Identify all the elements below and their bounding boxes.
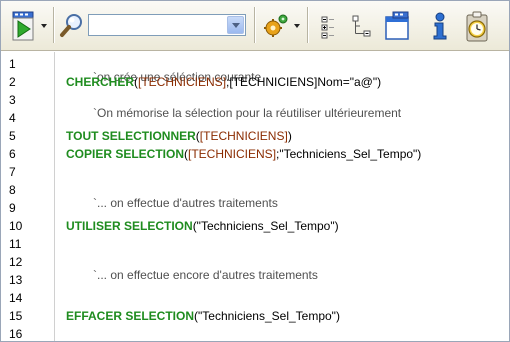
- code-line-6[interactable]: COPIER SELECTION([TECHNICIENS];"Technici…: [66, 148, 421, 161]
- comment: `On mémorise la sélection pour la réutil…: [93, 106, 402, 120]
- toolbar: [1, 1, 509, 51]
- code-navigation-button[interactable]: [260, 8, 290, 42]
- code-navigation-dropdown[interactable]: [291, 8, 301, 42]
- table-reference: [TECHNICIENS]: [199, 129, 288, 143]
- comment: `... on effectue d'autres traitements: [93, 196, 278, 210]
- code-line-8[interactable]: `... on effectue d'autres traitements: [73, 184, 278, 210]
- method-editor-window: 1 2 3 4 5 6 7 8 9 10 11 12 13 14 15 16 `…: [0, 0, 510, 342]
- code-line-10[interactable]: UTILISER SELECTION("Techniciens_Sel_Temp…: [66, 220, 339, 233]
- run-button[interactable]: [9, 8, 37, 42]
- line-number: 16: [9, 327, 23, 341]
- search-icon: [60, 14, 82, 37]
- line-number: 14: [9, 291, 23, 305]
- line-number: 10: [9, 219, 23, 233]
- punctuation: ): [287, 129, 292, 143]
- line-number: 8: [9, 183, 16, 197]
- clipboard-clock-icon: [466, 11, 488, 42]
- line-number-gutter: 1 2 3 4 5 6 7 8 9 10 11 12 13 14 15 16: [1, 52, 55, 341]
- structure-button[interactable]: [348, 8, 374, 42]
- code-line-5[interactable]: TOUT SELECTIONNER([TECHNICIENS]): [66, 130, 292, 143]
- search-combobox[interactable]: [88, 14, 246, 36]
- history-button[interactable]: [460, 8, 492, 42]
- structure-icon: [352, 15, 371, 37]
- line-number: 3: [9, 93, 16, 107]
- line-number: 9: [9, 201, 16, 215]
- code-line-15[interactable]: EFFACER SELECTION("Techniciens_Sel_Tempo…: [66, 310, 340, 323]
- toolbar-separator: [307, 7, 309, 43]
- field-reference: [TECHNICIENS]: [229, 75, 318, 89]
- command-keyword: TOUT SELECTIONNER: [66, 129, 196, 143]
- combobox-dropdown-button[interactable]: [227, 16, 244, 34]
- line-number: 4: [9, 111, 16, 125]
- code-line-2[interactable]: CHERCHER([TECHNICIENS];[TECHNICIENS]Nom=…: [66, 76, 381, 89]
- code-nav-icon: [264, 14, 288, 37]
- line-number: 15: [9, 309, 23, 323]
- new-window-button[interactable]: [381, 8, 411, 42]
- toolbar-separator: [53, 7, 55, 43]
- search-button[interactable]: [57, 8, 85, 42]
- code-line-1[interactable]: `on crée une séléction courante: [73, 58, 261, 84]
- line-number: 11: [9, 237, 22, 251]
- code-line-12[interactable]: `... on effectue encore d'autres traitem…: [73, 256, 318, 282]
- info-icon: [433, 12, 447, 40]
- collapse-expand-button[interactable]: [314, 8, 340, 42]
- command-keyword: UTILISER SELECTION: [66, 219, 193, 233]
- line-number: 6: [9, 147, 16, 161]
- line-number: 2: [9, 75, 16, 89]
- expression: Nom="a@"): [317, 75, 382, 89]
- command-keyword: EFFACER SELECTION: [66, 309, 195, 323]
- table-reference: [TECHNICIENS]: [138, 75, 227, 89]
- window-icon: [385, 11, 409, 40]
- tree-collapse-icon: [321, 16, 334, 39]
- string-argument: ("Techniciens_Sel_Tempo"): [194, 309, 340, 323]
- line-number: 12: [9, 255, 23, 269]
- command-keyword: CHERCHER: [66, 75, 135, 89]
- table-reference: [TECHNICIENS]: [188, 147, 277, 161]
- code-editor[interactable]: 1 2 3 4 5 6 7 8 9 10 11 12 13 14 15 16 `…: [1, 52, 509, 341]
- line-number: 7: [9, 165, 16, 179]
- information-button[interactable]: [426, 8, 452, 42]
- toolbar-separator: [254, 7, 256, 43]
- comment: `... on effectue encore d'autres traitem…: [93, 268, 318, 282]
- string-argument: ("Techniciens_Sel_Tempo"): [192, 219, 339, 233]
- string-argument: ;"Techniciens_Sel_Tempo"): [276, 147, 422, 161]
- command-keyword: COPIER SELECTION: [66, 147, 185, 161]
- line-number: 5: [9, 129, 16, 143]
- run-icon: [12, 11, 34, 41]
- line-number: 1: [9, 57, 16, 71]
- code-line-3[interactable]: `On mémorise la sélection pour la réutil…: [73, 94, 401, 120]
- line-number: 13: [9, 273, 23, 287]
- chevron-down-icon: [41, 24, 47, 28]
- run-dropdown[interactable]: [38, 8, 48, 42]
- chevron-down-icon: [294, 24, 300, 28]
